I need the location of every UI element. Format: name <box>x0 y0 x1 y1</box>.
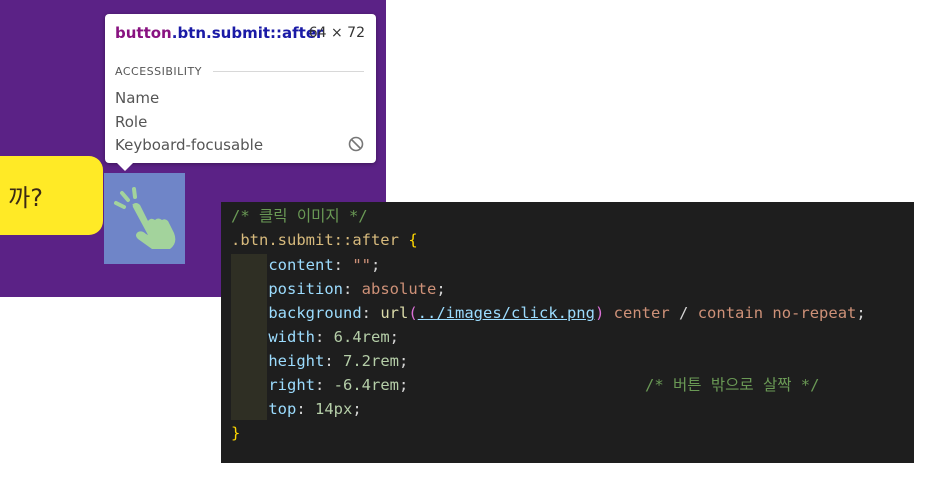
tooltip-arrow <box>116 162 134 171</box>
code-line-width: width: 6.4rem; <box>268 328 400 346</box>
code-line-height: height: 7.2rem; <box>268 352 409 370</box>
not-allowed-icon <box>348 136 364 152</box>
code-line-content: content: ""; <box>268 256 381 274</box>
submit-button-label: 까? <box>8 184 43 212</box>
after-pseudo-element-highlight <box>104 173 185 264</box>
code-line-close: } <box>231 424 241 442</box>
code-editor-panel: /* 클릭 이미지 */ .btn.submit::after { conten… <box>221 202 914 463</box>
tooltip-selector: button.btn.submit::after <box>115 24 324 42</box>
accessibility-name-label: Name <box>115 89 160 107</box>
click-hand-icon <box>114 187 176 249</box>
keyboard-focusable-label: Keyboard-focusable <box>115 136 264 154</box>
code-line-top: top: 14px; <box>268 400 362 418</box>
accessibility-role-label: Role <box>115 113 148 131</box>
tooltip-size: 64 × 72 <box>308 25 365 41</box>
submit-button[interactable]: 까? <box>0 156 103 235</box>
code-line-background: background: url(../images/click.png) cen… <box>268 304 866 322</box>
code-line-selector: .btn.submit::after { <box>231 231 418 249</box>
accessibility-heading: ACCESSIBILITY <box>115 65 202 78</box>
code-line-right: right: -6.4rem; <box>268 376 409 394</box>
code-inline-comment: /* 버튼 밖으로 살짝 */ <box>645 376 820 394</box>
divider <box>213 71 364 72</box>
code-line-position: position: absolute; <box>268 280 446 298</box>
code-line-comment: /* 클릭 이미지 */ <box>231 207 368 225</box>
devtools-inspect-tooltip: button.btn.submit::after 64 × 72 ACCESSI… <box>105 14 376 163</box>
